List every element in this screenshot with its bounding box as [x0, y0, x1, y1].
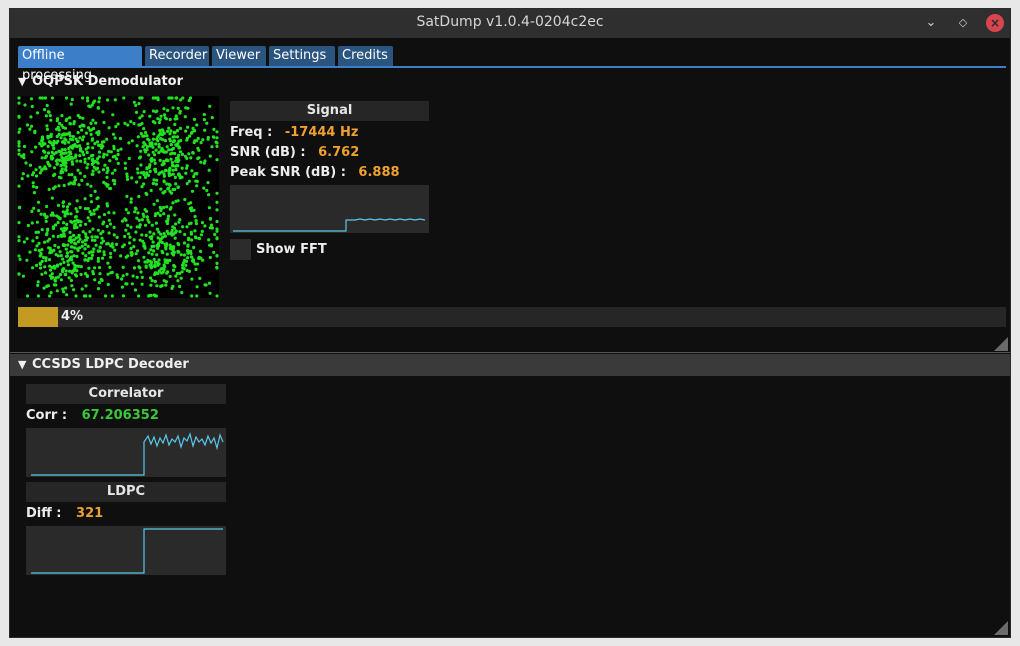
window-title: SatDump v1.0.4-0204c2ec	[416, 14, 604, 30]
tab-credits[interactable]: Credits	[338, 46, 393, 66]
freq-value: -17444 Hz	[284, 125, 359, 140]
show-fft-checkbox[interactable]	[230, 239, 251, 260]
corr-label: Corr :	[26, 408, 68, 423]
signal-title: Signal	[230, 101, 429, 121]
correlator-line	[31, 432, 224, 476]
ldpc-line	[31, 528, 223, 574]
snr-history-plot	[230, 185, 429, 233]
snr-label: SNR (dB) :	[230, 145, 306, 160]
ldpc-title: LDPC	[26, 482, 226, 502]
tab-recorder[interactable]: Recorder	[145, 46, 209, 66]
title-bar[interactable]: SatDump v1.0.4-0204c2ec ⌄ ◇ ×	[10, 9, 1010, 38]
collapse-arrow-icon[interactable]: ▼	[18, 354, 32, 376]
app-window: SatDump v1.0.4-0204c2ec ⌄ ◇ × Offline pr…	[9, 8, 1011, 638]
diff-row: Diff : 321	[26, 506, 103, 521]
panel-divider	[10, 352, 1010, 353]
tab-underline	[18, 66, 1006, 68]
resize-grip-icon[interactable]	[994, 337, 1008, 351]
minimize-icon[interactable]: ⌄	[922, 14, 940, 32]
diff-value: 321	[76, 506, 104, 521]
progress-fill	[18, 307, 58, 327]
decoder-header[interactable]: ▼ CCSDS LDPC Decoder	[10, 354, 1010, 376]
corr-row: Corr : 67.206352	[26, 408, 159, 423]
snr-history-line	[233, 218, 426, 232]
tab-settings[interactable]: Settings	[269, 46, 335, 66]
freq-row: Freq : -17444 Hz	[230, 125, 358, 140]
peak-snr-value: 6.888	[358, 165, 400, 180]
progress-bar: 4%	[18, 307, 1006, 327]
snr-row: SNR (dB) : 6.762	[230, 145, 359, 160]
tab-offline-processing[interactable]: Offline processing	[18, 46, 142, 83]
decoder-title: CCSDS LDPC Decoder	[32, 357, 189, 372]
peak-snr-row: Peak SNR (dB) : 6.888	[230, 165, 400, 180]
progress-text: 4%	[61, 309, 84, 324]
corr-value: 67.206352	[81, 408, 159, 423]
correlator-title: Correlator	[26, 384, 226, 404]
demod-header[interactable]: ▼ OQPSK Demodulator	[10, 71, 1010, 93]
freq-label: Freq :	[230, 125, 273, 140]
diff-label: Diff :	[26, 506, 62, 521]
correlator-plot	[26, 428, 226, 477]
demod-title: OQPSK Demodulator	[32, 74, 184, 89]
tab-viewer[interactable]: Viewer	[212, 46, 266, 66]
snr-value: 6.762	[318, 145, 360, 160]
show-fft-label: Show FFT	[256, 242, 327, 257]
close-icon[interactable]: ×	[986, 14, 1004, 32]
ldpc-plot	[26, 526, 226, 575]
collapse-arrow-icon[interactable]: ▼	[18, 71, 32, 93]
resize-grip-icon[interactable]	[994, 621, 1008, 635]
constellation-plot	[17, 96, 219, 298]
restore-icon[interactable]: ◇	[954, 14, 972, 32]
peak-snr-label: Peak SNR (dB) :	[230, 165, 346, 180]
